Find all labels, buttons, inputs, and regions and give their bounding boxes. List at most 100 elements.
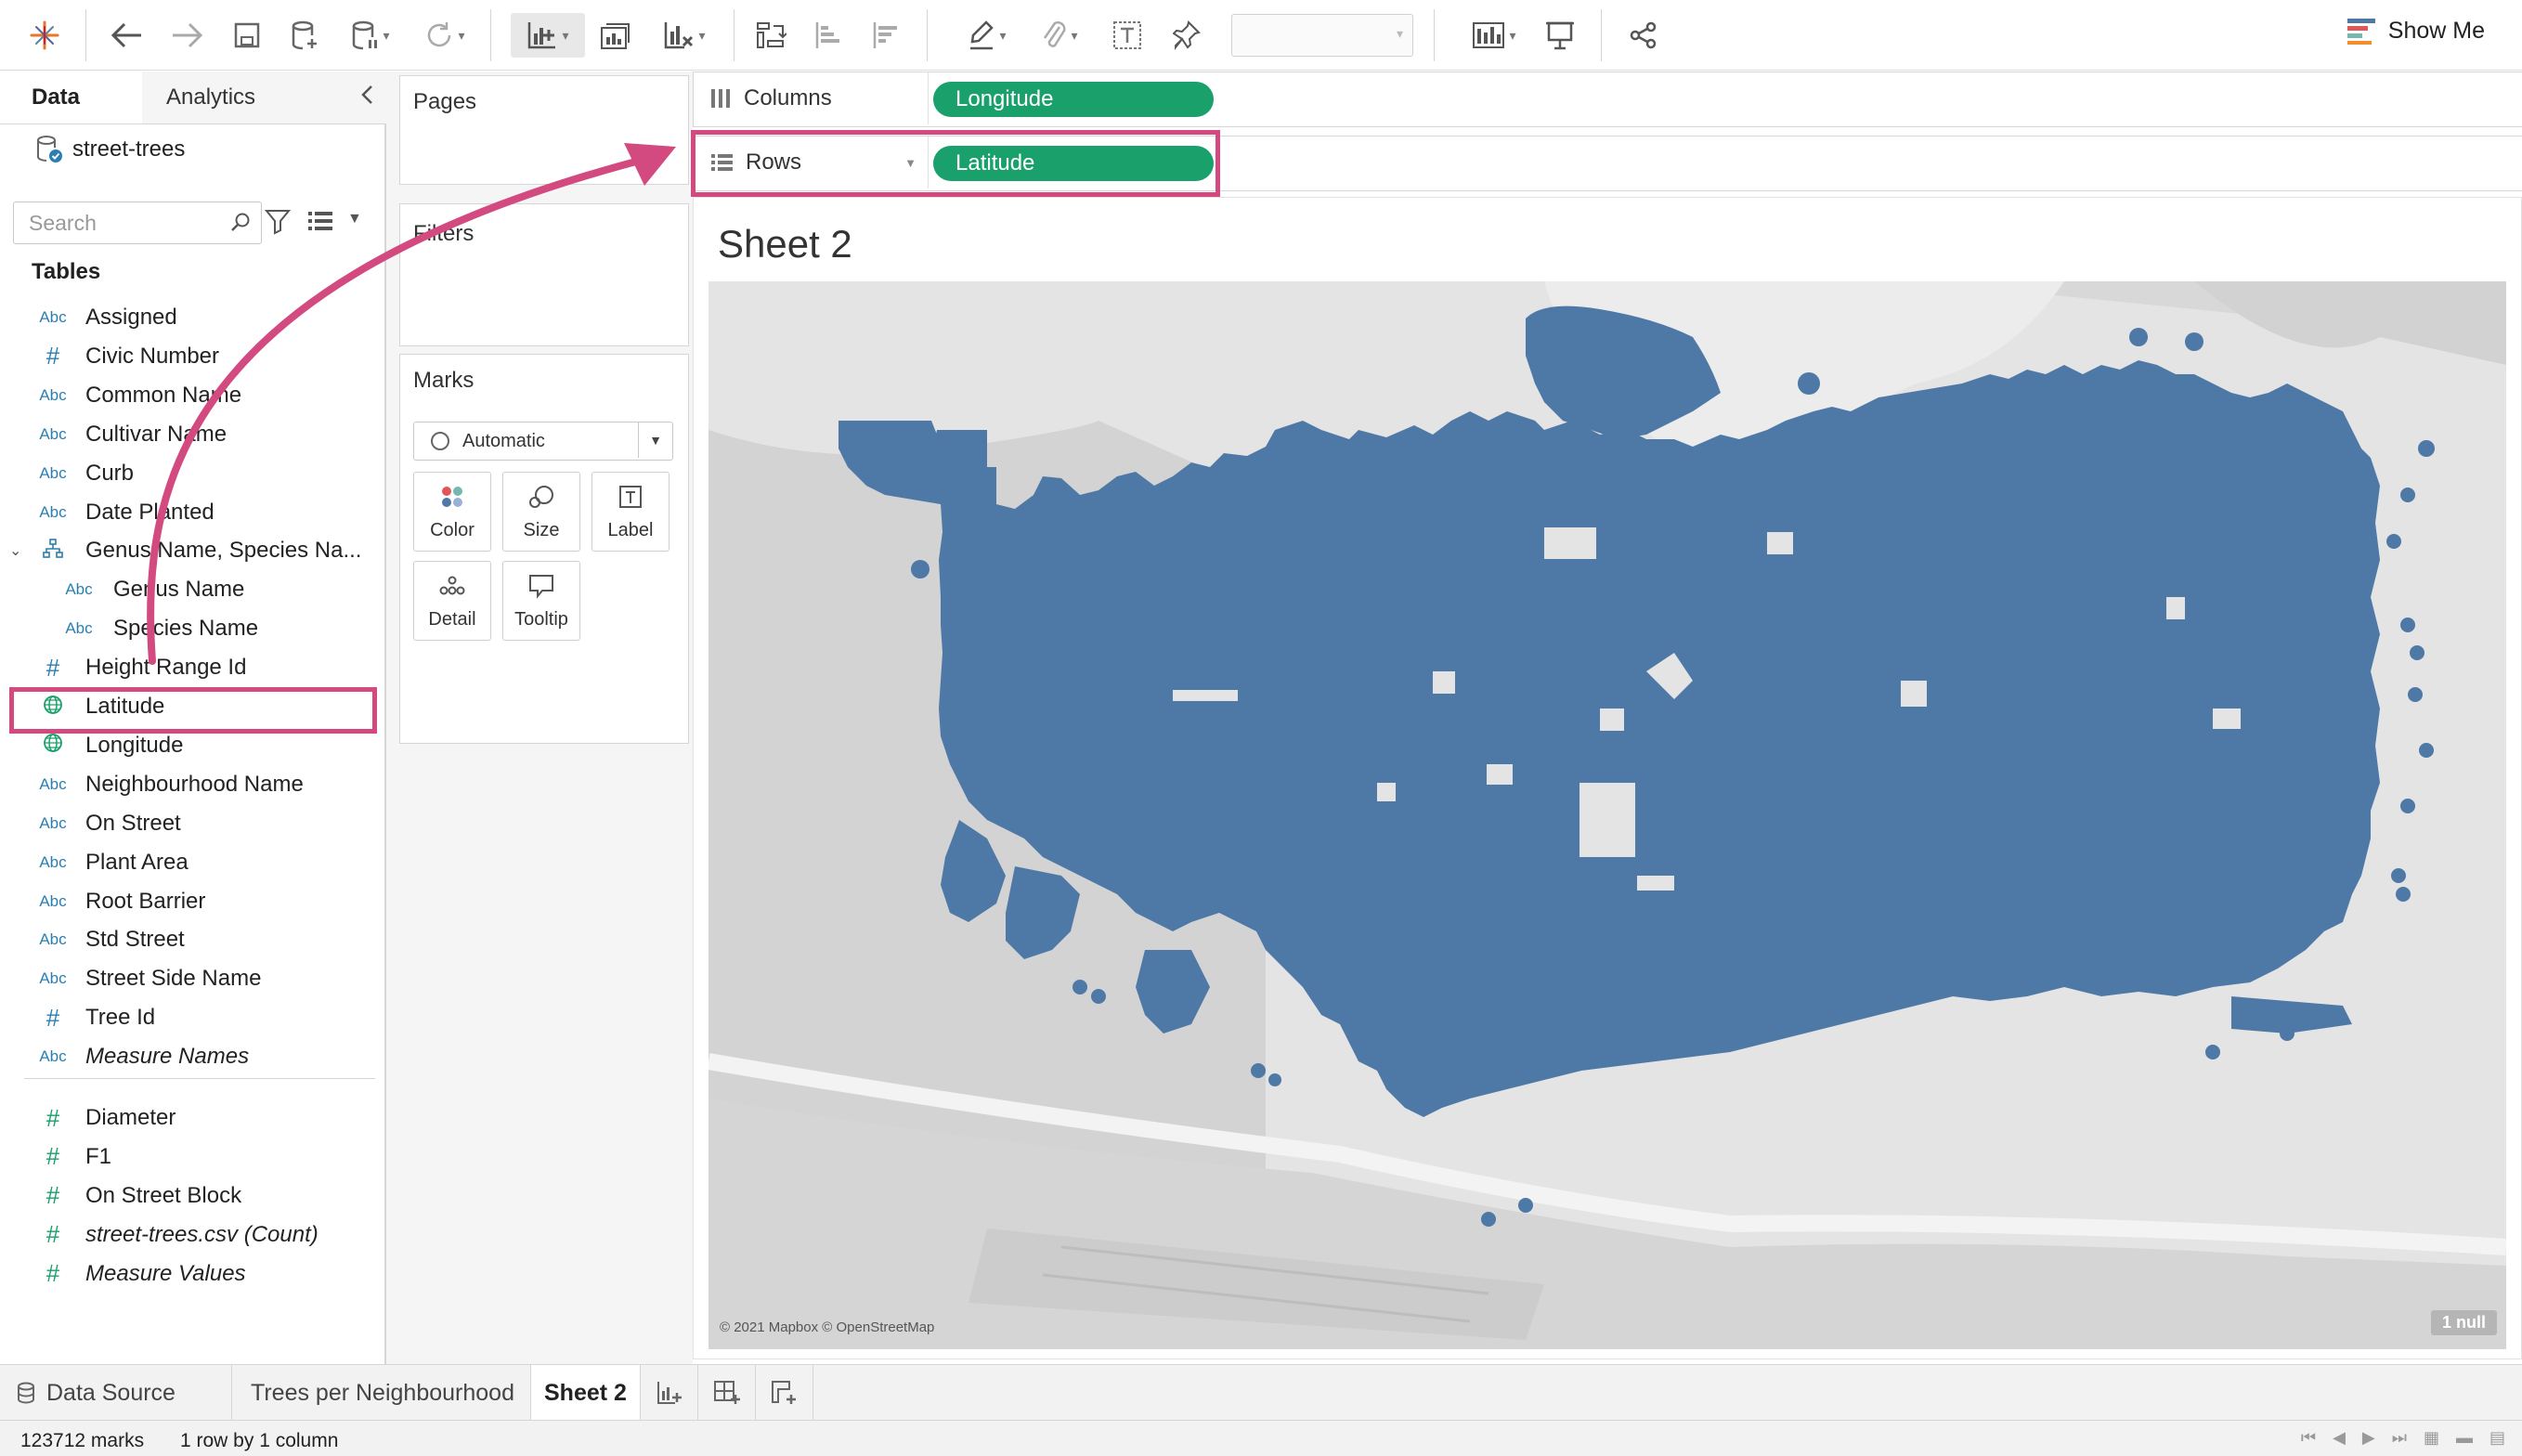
new-datasource-icon[interactable] [284,13,325,58]
save-icon[interactable] [227,13,267,58]
last-sheet-icon[interactable]: ⏭ [2392,1428,2407,1448]
tree-mark[interactable] [2391,868,2406,883]
forward-arrow-icon[interactable] [165,13,210,58]
columns-shelf[interactable]: Columns Longitude [693,72,2522,127]
filter-icon[interactable] [264,207,292,235]
share-icon[interactable] [1623,13,1664,58]
tree-mark[interactable] [2396,887,2411,902]
tree-mark[interactable] [2205,1045,2220,1060]
field-tree-id[interactable]: # Tree Id [0,998,384,1037]
refresh-icon[interactable]: ▾ [414,13,475,58]
tree-mark[interactable] [2408,687,2423,702]
group-members-icon[interactable]: ▾ [1027,13,1092,58]
tree-mark[interactable] [1072,980,1087,994]
new-story-tab-icon[interactable] [756,1365,813,1421]
tab-sheet-2[interactable]: Sheet 2 [531,1365,641,1421]
tree-mark[interactable] [1091,989,1106,1004]
label-button[interactable]: Label [592,472,670,552]
mark-type-dropdown[interactable]: Automatic ▼ [413,422,673,461]
previous-sheet-icon[interactable]: ◀ [2333,1428,2346,1448]
detail-button[interactable]: Detail [413,561,491,641]
tree-mark[interactable] [1268,1073,1281,1086]
tree-mark[interactable] [2185,332,2204,351]
first-sheet-icon[interactable]: ⏮ [2301,1428,2316,1448]
filmstrip-icon[interactable]: ▬ [2456,1428,2473,1448]
search-field[interactable] [13,202,262,244]
longitude-pill[interactable]: Longitude [933,82,1214,117]
new-dashboard-tab-icon[interactable] [698,1365,756,1421]
view-options-caret-icon[interactable]: ▼ [347,211,362,228]
fix-axes-pin-icon[interactable] [1166,13,1207,58]
field-diameter[interactable]: # Diameter [0,1098,384,1138]
highlight-icon[interactable]: ▾ [955,13,1020,58]
field-curb[interactable]: Abc Curb [0,454,384,493]
filters-shelf[interactable]: Filters [399,203,689,346]
new-worksheet-icon[interactable]: ▾ [511,13,585,58]
tree-mark[interactable] [2419,743,2434,758]
tree-mark[interactable] [1251,1063,1266,1078]
sort-descending-icon[interactable] [865,13,906,58]
tree-mark[interactable] [2129,328,2148,346]
field-street-side-name[interactable]: Abc Street Side Name [0,959,384,998]
field-measure-values[interactable]: # Measure Values [0,1254,384,1294]
field-date-planted[interactable]: Abc Date Planted [0,493,384,532]
chevron-down-icon[interactable]: ⌄ [9,541,21,560]
field-neighbourhood-name[interactable]: Abc Neighbourhood Name [0,765,384,804]
field-species-name[interactable]: Abc Species Name [0,609,384,648]
field-common-name[interactable]: Abc Common Name [0,376,384,415]
tree-mark[interactable] [1798,372,1820,395]
field-plant-area[interactable]: Abc Plant Area [0,843,384,882]
tree-mark[interactable] [2410,645,2424,660]
tree-mark[interactable] [2400,488,2415,502]
search-icon[interactable] [229,211,252,233]
map-attribution[interactable]: © 2021 Mapbox © OpenStreetMap [720,1320,934,1335]
field-cultivar-name[interactable]: Abc Cultivar Name [0,415,384,454]
field-on-street-block[interactable]: # On Street Block [0,1176,384,1216]
map-view[interactable] [707,281,2507,1349]
field-civic-number[interactable]: # Civic Number [0,337,384,376]
list-view-icon[interactable] [306,209,334,233]
field-street-trees-csv-count[interactable]: # street-trees.csv (Count) [0,1216,384,1254]
new-worksheet-tab-icon[interactable] [641,1365,698,1421]
tree-mark[interactable] [2386,534,2401,549]
tableau-logo-icon[interactable] [26,13,63,58]
sort-ascending-icon[interactable] [808,13,849,58]
tab-data-source[interactable]: Data Source [0,1365,232,1421]
duplicate-sheet-icon[interactable] [594,13,635,58]
field-std-street[interactable]: Abc Std Street [0,920,384,959]
field-measure-names[interactable]: Abc Measure Names [0,1037,384,1076]
tree-mark[interactable] [911,560,930,578]
swap-rows-columns-icon[interactable] [750,13,791,58]
pause-updates-icon[interactable]: ▾ [344,13,397,58]
clear-sheet-icon[interactable]: ▾ [650,13,719,58]
show-me-button[interactable]: Show Me [2346,17,2485,45]
collapse-pane-icon[interactable] [360,83,373,111]
fit-dropdown[interactable]: ▾ [1231,13,1413,58]
field-root-barrier[interactable]: Abc Root Barrier [0,882,384,921]
field-on-street[interactable]: Abc On Street [0,804,384,843]
size-button[interactable]: Size [502,472,580,552]
sheet-sorter-icon[interactable]: ▦ [2424,1428,2439,1448]
map-canvas[interactable] [707,281,2507,1349]
back-arrow-icon[interactable] [104,13,149,58]
tree-mark[interactable] [1518,1198,1533,1213]
tooltip-button[interactable]: Tooltip [502,561,580,641]
color-button[interactable]: Color [413,472,491,552]
show-mark-labels-icon[interactable] [1107,13,1148,58]
show-hide-cards-icon[interactable]: ▾ [1462,13,1527,58]
tabs-view-icon[interactable]: ▤ [2490,1428,2505,1448]
tree-mark[interactable] [2280,1026,2294,1041]
pages-shelf[interactable]: Pages [399,75,689,185]
next-sheet-icon[interactable]: ▶ [2362,1428,2375,1448]
tree-mark[interactable] [2400,618,2415,632]
field-assigned[interactable]: Abc Assigned [0,298,384,337]
field-genus-name[interactable]: Abc Genus Name [0,570,384,609]
tree-mark[interactable] [2418,440,2435,457]
field-height-range-id[interactable]: # Height Range Id [0,648,384,687]
tree-mark[interactable] [1481,1212,1496,1227]
datasource-item[interactable]: street-trees [35,135,185,164]
field-genus-name-species-na[interactable]: ⌄ Genus Name, Species Na... [0,531,384,570]
tab-trees-per-neighbourhood[interactable]: Trees per Neighbourhood [232,1365,531,1421]
null-indicator-badge[interactable]: 1 null [2430,1310,2497,1335]
tree-mark[interactable] [2400,799,2415,813]
